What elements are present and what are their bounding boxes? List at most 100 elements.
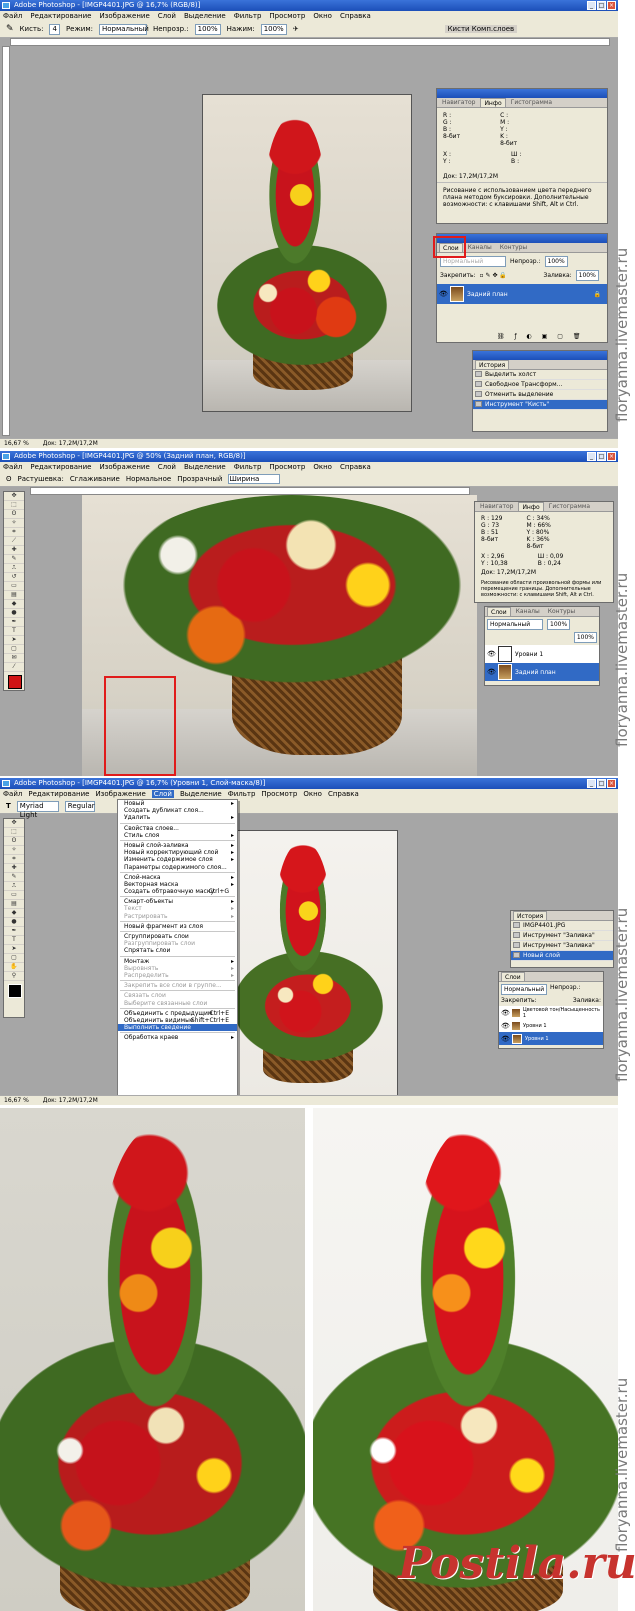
maximize-button[interactable]: □ [597, 1, 606, 10]
history-snapshot[interactable]: IMGP4401.JPG [511, 921, 613, 931]
layer-menu-item[interactable]: Монтаж ▸ [118, 958, 237, 965]
path-select-icon[interactable]: ➤ [4, 636, 24, 645]
menu-file[interactable]: Файл [3, 463, 22, 471]
menu-help[interactable]: Справка [328, 790, 359, 798]
layer-menu-item[interactable]: Новый ▸ [118, 800, 237, 807]
blend-mode-select[interactable]: Нормальный [487, 619, 543, 630]
menu-filter[interactable]: Фильтр [228, 790, 256, 798]
lasso-tool-icon[interactable]: ʘ [6, 475, 12, 483]
menu-view[interactable]: Просмотр [269, 12, 305, 20]
lasso-tool-icon[interactable]: ʘ [4, 510, 24, 519]
menu-file[interactable]: Файл [3, 12, 22, 20]
close-button[interactable]: × [607, 1, 616, 10]
eye-icon[interactable]: 👁 [501, 1009, 510, 1017]
history-item[interactable]: Инструмент "Заливка" [511, 941, 613, 951]
wand-tool-icon[interactable]: ✧ [4, 519, 24, 528]
layer-menu-item[interactable]: Свойства слоев... [118, 825, 237, 832]
dodge-tool-icon[interactable]: ● [4, 918, 24, 927]
type-tool-icon[interactable]: T [4, 936, 24, 945]
layer-menu-item[interactable]: Стиль слоя ▸ [118, 832, 237, 839]
menu-edit[interactable]: Редактирование [30, 463, 91, 471]
menu-image[interactable]: Изображение [95, 790, 145, 798]
layers-footer-icons[interactable]: ⛓ ƒ ◐ ▣ ▢ 🗑 [497, 333, 584, 340]
tab-paths[interactable]: Контуры [545, 607, 578, 616]
slice-tool-icon[interactable]: ⟋ [4, 537, 24, 546]
type-tool-icon[interactable]: T [6, 802, 11, 810]
blur-tool-icon[interactable]: ◆ [4, 909, 24, 918]
lock-icons[interactable]: ▫ ✎ ✥ 🔒 [480, 272, 540, 279]
layer-menu-item[interactable]: Новый фрагмент из слоя [118, 923, 237, 930]
layer-menu-item[interactable]: Обработка краев ▸ [118, 1034, 237, 1041]
antialias-checkbox[interactable]: Сглаживание [70, 475, 120, 483]
layer-menu-item[interactable]: Смарт-объекты ▸ [118, 898, 237, 905]
minimize-button[interactable]: _ [587, 452, 596, 461]
move-tool-icon[interactable]: ✥ [4, 819, 24, 828]
layer-menu-item[interactable]: Слой-маска ▸ [118, 874, 237, 881]
layer-menu-item[interactable]: Удалить ▸ [118, 814, 237, 821]
hand-tool-icon[interactable]: ✋ [4, 963, 24, 972]
fill-field[interactable]: 100% [573, 632, 597, 643]
menu-filter[interactable]: Фильтр [234, 12, 262, 20]
crop-tool-icon[interactable]: ⌗ [4, 528, 24, 537]
history-item[interactable]: Свободное Трансформ... [473, 380, 607, 390]
history-brush-icon[interactable]: ↺ [4, 573, 24, 582]
shape-tool-icon[interactable]: ▢ [4, 645, 24, 654]
minimize-button[interactable]: _ [587, 779, 596, 788]
layer-menu-item[interactable]: Параметры содержимого слоя... [118, 864, 237, 871]
blur-tool-icon[interactable]: ◆ [4, 600, 24, 609]
menu-edit[interactable]: Редактирование [28, 790, 89, 798]
tab-histogram[interactable]: Гистограмма [546, 502, 593, 511]
history-item[interactable]: Отменить выделение [473, 390, 607, 400]
history-item[interactable]: Инструмент "Заливка" [511, 931, 613, 941]
flow-field[interactable]: 100% [260, 23, 287, 35]
menu-select[interactable]: Выделение [180, 790, 222, 798]
layer-opacity-field[interactable]: 100% [544, 256, 568, 267]
crop-tool-icon[interactable]: ⌗ [4, 855, 24, 864]
menu-help[interactable]: Справка [340, 463, 371, 471]
wand-tool-icon[interactable]: ✧ [4, 846, 24, 855]
menu-filter[interactable]: Фильтр [234, 463, 262, 471]
move-tool-icon[interactable]: ✥ [4, 492, 24, 501]
marquee-tool-icon[interactable]: ⬚ [4, 501, 24, 510]
shape-tool-icon[interactable]: ▢ [4, 954, 24, 963]
heal-tool-icon[interactable]: ✚ [4, 546, 24, 555]
eye-icon[interactable]: 👁 [487, 650, 496, 658]
menu-window[interactable]: Окно [303, 790, 322, 798]
menu-select[interactable]: Выделение [184, 463, 226, 471]
history-item[interactable]: Выделить холст [473, 370, 607, 380]
foreground-color-swatch[interactable] [8, 675, 22, 689]
brush-size-field[interactable]: 4 [49, 23, 60, 35]
menu-select[interactable]: Выделение [184, 12, 226, 20]
lasso-tool-icon[interactable]: ʘ [4, 837, 24, 846]
eye-icon[interactable]: 👁 [487, 668, 496, 676]
layer-menu-item[interactable]: Объединить с предыдущим Ctrl+E [118, 1010, 237, 1017]
history-item-selected[interactable]: Инструмент "Кисть" [473, 400, 607, 410]
menu-layer[interactable]: Слой [151, 790, 174, 798]
layer-menu-item[interactable]: Объединить видимые Shift+Ctrl+E [118, 1017, 237, 1024]
opacity-field[interactable]: 100% [194, 23, 221, 35]
layer-menu-item[interactable]: Векторная маска ▸ [118, 881, 237, 888]
eye-icon[interactable]: 👁 [439, 290, 448, 298]
layer-menu-item[interactable]: Создать обтравочную маску Ctrl+G [118, 888, 237, 895]
tab-history[interactable]: История [475, 360, 510, 369]
tab-channels[interactable]: Каналы [465, 243, 495, 252]
layer-menu-item[interactable]: Выполнить сведение [118, 1024, 237, 1032]
layer-menu-item[interactable]: Спрятать слои [118, 947, 237, 954]
tab-info[interactable]: Инфо [518, 502, 544, 511]
tab-navigator[interactable]: Навигатор [477, 502, 516, 511]
tab-navigator[interactable]: Навигатор [439, 98, 478, 107]
maximize-button[interactable]: □ [597, 779, 606, 788]
menu-help[interactable]: Справка [340, 12, 371, 20]
layer-menu-item[interactable]: Новый слой-заливка ▸ [118, 842, 237, 849]
eye-icon[interactable]: 👁 [501, 1022, 510, 1030]
notes-tool-icon[interactable]: ✉ [4, 654, 24, 663]
tab-paths[interactable]: Контуры [497, 243, 530, 252]
layer-menu-item[interactable]: Создать дубликат слоя... [118, 807, 237, 814]
marquee-tool-icon[interactable]: ⬚ [4, 828, 24, 837]
pen-tool-icon[interactable]: ✒ [4, 618, 24, 627]
zoom-level[interactable]: 16,67 % [4, 439, 29, 448]
tab-history[interactable]: История [513, 911, 548, 920]
width-field[interactable]: Ширина [228, 474, 281, 484]
menu-image[interactable]: Изображение [99, 12, 149, 20]
layer-menu-item[interactable]: Изменить содержимое слоя ▸ [118, 856, 237, 863]
